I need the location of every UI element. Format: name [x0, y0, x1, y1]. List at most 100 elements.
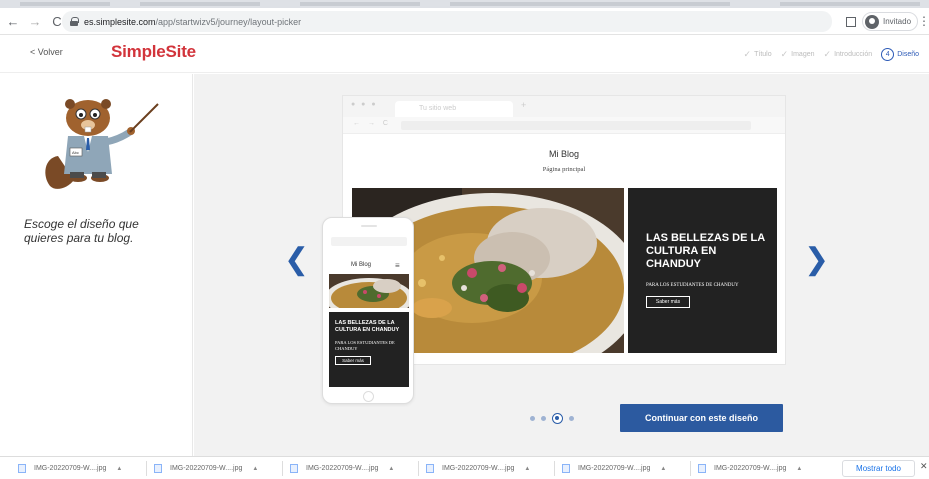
- checkmark-icon: ✓: [823, 49, 832, 59]
- profile-button[interactable]: Invitado: [862, 12, 919, 31]
- download-item[interactable]: IMG-20220709-W....jpg ▲: [18, 461, 122, 476]
- intro-text: Escoge el diseño que quieres para tu blo…: [24, 217, 139, 245]
- image-file-icon: [562, 464, 570, 473]
- mobile-hero-image: [329, 274, 409, 308]
- phone-url-bar: [331, 237, 407, 246]
- chevron-up-icon[interactable]: ▲: [796, 466, 802, 472]
- checkmark-icon: ✓: [780, 49, 789, 59]
- browser-tab[interactable]: [140, 2, 260, 6]
- download-filename: IMG-20220709-W....jpg: [442, 465, 515, 472]
- side-panel-icon[interactable]: [846, 17, 856, 27]
- avatar-icon: [865, 14, 879, 29]
- download-item[interactable]: IMG-20220709-W....jpg ▲: [154, 461, 258, 476]
- download-filename: IMG-20220709-W....jpg: [714, 465, 787, 472]
- menu-kebab-icon[interactable]: ⋮: [918, 14, 929, 28]
- beaver-mascot-illustration: Abc: [45, 99, 159, 189]
- mobile-preview: Mi Blog ≡ LAS BELLEZAS DE LA CULTURA EN …: [322, 217, 414, 404]
- divider: [418, 461, 419, 476]
- step-imagen[interactable]: ✓ Imagen: [781, 49, 815, 60]
- soup-bowl-photo: [329, 274, 409, 308]
- download-item[interactable]: IMG-20220709-W....jpg ▲: [562, 461, 666, 476]
- download-filename: IMG-20220709-W....jpg: [34, 465, 107, 472]
- divider: [146, 461, 147, 476]
- mobile-heading: LAS BELLEZAS DE LA CULTURA EN CHANDUY: [335, 320, 400, 333]
- image-file-icon: [290, 464, 298, 473]
- chevron-left-icon[interactable]: ❮: [284, 242, 309, 277]
- back-arrow-icon[interactable]: ←: [4, 12, 22, 30]
- chevron-up-icon[interactable]: ▲: [116, 466, 122, 472]
- browser-tab[interactable]: [300, 2, 420, 6]
- chevron-up-icon[interactable]: ▲: [388, 466, 394, 472]
- hero-subtext: PARA LOS ESTUDIANTES DE CHANDUY: [646, 283, 739, 288]
- browser-tab[interactable]: [450, 2, 730, 6]
- url-bar[interactable]: es.simplesite.com/app/startwizv5/journey…: [62, 11, 832, 32]
- mobile-button: Saber más: [335, 356, 371, 365]
- hero-button: Saber más: [646, 296, 690, 308]
- mobile-subtext: PARA LOS ESTUDIANTES DE CHANDUY: [335, 340, 395, 351]
- profile-label: Invitado: [883, 17, 912, 26]
- continue-design-button[interactable]: Continuar con este diseño: [620, 404, 783, 432]
- divider: [282, 461, 283, 476]
- chevron-up-icon[interactable]: ▲: [252, 466, 258, 472]
- browser-tab[interactable]: [780, 2, 920, 6]
- url-host: es.simplesite.com: [84, 16, 156, 27]
- image-file-icon: [154, 464, 162, 473]
- step-diseno[interactable]: 4 Diseño: [881, 48, 919, 61]
- layout-preview-stage: ❮ ❯ ● ● ● Tu sitio web + ← → C Mi Blog P…: [194, 74, 929, 456]
- download-item[interactable]: IMG-20220709-W....jpg ▲: [426, 461, 530, 476]
- mobile-blog-title: Mi Blog: [351, 262, 372, 268]
- carousel-dot-active[interactable]: [552, 413, 563, 424]
- mock-address-bar: ← → C: [343, 117, 785, 134]
- blog-subtitle: Página principal: [542, 166, 586, 173]
- mobile-text-panel: LAS BELLEZAS DE LA CULTURA EN CHANDUY PA…: [329, 312, 409, 387]
- image-file-icon: [18, 464, 26, 473]
- step-titulo[interactable]: ✓ Título: [744, 49, 772, 60]
- window-dots: ● ● ●: [351, 101, 378, 108]
- chevron-up-icon[interactable]: ▲: [660, 466, 666, 472]
- carousel-dots: [530, 413, 580, 424]
- download-filename: IMG-20220709-W....jpg: [170, 465, 243, 472]
- browser-toolbar: ← → C es.simplesite.com/app/startwizv5/j…: [0, 8, 929, 35]
- mock-nav-icons: ← → C: [353, 120, 391, 127]
- download-filename: IMG-20220709-W....jpg: [306, 465, 379, 472]
- step-label: Diseño: [897, 51, 919, 58]
- simplesite-logo[interactable]: SimpleSite: [111, 42, 196, 62]
- divider: [690, 461, 691, 476]
- mock-tab-bar: ● ● ● Tu sitio web +: [343, 96, 785, 117]
- mock-url-field: [401, 121, 751, 130]
- carousel-dot[interactable]: [569, 416, 574, 421]
- hero-heading: LAS BELLEZAS DE LA CULTURA EN CHANDUY: [646, 232, 765, 270]
- svg-text:Abc: Abc: [72, 150, 79, 155]
- image-file-icon: [426, 464, 434, 473]
- step-introduccion[interactable]: ✓ Introducción: [824, 49, 873, 60]
- step-label: Título: [754, 51, 772, 58]
- step-label: Imagen: [791, 51, 815, 58]
- chevron-up-icon[interactable]: ▲: [524, 466, 530, 472]
- download-item[interactable]: IMG-20220709-W....jpg ▲: [290, 461, 394, 476]
- phone-screen: Mi Blog ≡ LAS BELLEZAS DE LA CULTURA EN …: [329, 235, 409, 387]
- carousel-dot[interactable]: [530, 416, 535, 421]
- image-file-icon: [698, 464, 706, 473]
- checkmark-icon: ✓: [743, 49, 752, 59]
- lock-icon: [70, 17, 79, 26]
- app-header: < Volver SimpleSite ✓ Título ✓ Imagen ✓ Int…: [0, 35, 929, 73]
- download-item[interactable]: IMG-20220709-W....jpg ▲: [698, 461, 802, 476]
- show-all-downloads-button[interactable]: Mostrar todo: [842, 460, 915, 477]
- back-link[interactable]: < Volver: [30, 47, 63, 57]
- close-icon[interactable]: ✕: [920, 461, 928, 472]
- divider: [554, 461, 555, 476]
- download-filename: IMG-20220709-W....jpg: [578, 465, 651, 472]
- phone-home-button: [363, 391, 374, 402]
- step-number-badge: 4: [881, 48, 895, 61]
- phone-speaker: [361, 225, 377, 227]
- mock-plus-icon: +: [521, 100, 527, 110]
- browser-tab[interactable]: [20, 2, 110, 6]
- left-panel: Abc Escoge el diseño que quieres para tu…: [0, 74, 193, 456]
- downloads-bar: IMG-20220709-W....jpg ▲ IMG-20220709-W...…: [0, 456, 929, 479]
- mock-tab: Tu sitio web: [395, 101, 513, 117]
- step-label: Introducción: [834, 51, 873, 58]
- forward-arrow-icon[interactable]: →: [26, 12, 44, 30]
- chevron-right-icon[interactable]: ❯: [804, 242, 829, 277]
- wizard-steps: ✓ Título ✓ Imagen ✓ Introducción 4 Diseño: [735, 48, 919, 61]
- carousel-dot[interactable]: [541, 416, 546, 421]
